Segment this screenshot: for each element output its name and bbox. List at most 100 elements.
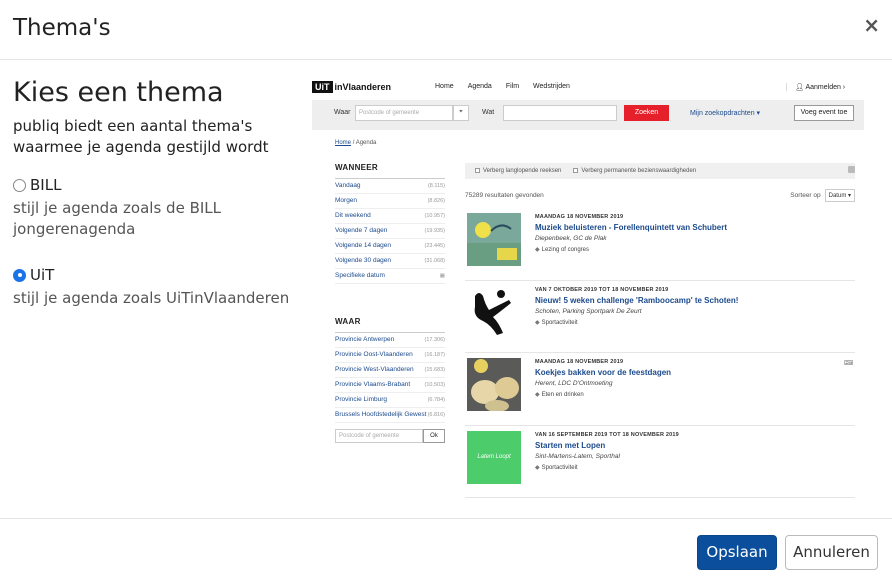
event-tag: ◆ Sportactiviteit	[535, 464, 578, 471]
facet-row: Provincie West-Vlaanderen (15.683)	[335, 363, 445, 378]
event-tag: ◆ Sportactiviteit	[535, 319, 578, 326]
radio-bill[interactable]	[13, 178, 26, 192]
facet-label: Volgende 14 dagen	[335, 242, 392, 249]
event-date: MAANDAG 18 NOVEMBER 2019	[535, 214, 624, 220]
facet-count: (10.957)	[424, 213, 446, 219]
preview-crumb-sep: /	[352, 140, 355, 146]
facet-row: Volgende 14 dagen (23.445)	[335, 239, 445, 254]
facet-row: Volgende 7 dagen (19.935)	[335, 224, 445, 239]
theme-name-uit: UiT	[30, 266, 55, 284]
facet-label: Provincie West-Vlaanderen	[335, 366, 414, 373]
preview-searchbar: Waar Postcode of gemeente ⌖ Wat Zoeken M…	[312, 100, 864, 130]
preview-results-count: 75289 resultaten gevonden	[465, 192, 544, 199]
dialog-header: Thema's ×	[0, 0, 892, 60]
facet-label: Provincie Vlaams-Brabant	[335, 381, 411, 388]
preview-event-item: MAANDAG 18 NOVEMBER 2019 Muziek beluiste…	[465, 208, 855, 281]
facet-count: (8.115)	[427, 183, 445, 189]
event-thumbnail-running: Latem Loopt	[467, 430, 521, 484]
facet-count: (16.187)	[424, 352, 446, 358]
event-location: Sint-Martens-Latem, Sporthal	[535, 452, 620, 460]
theme-option-uit[interactable]: UiT stijl je agenda zoals UiTinVlaandere…	[13, 266, 303, 309]
preview-login: 👤︎ Aanmelden ›	[786, 83, 845, 91]
theme-dialog: Thema's × Kies een thema publiq biedt ee…	[0, 0, 892, 581]
facet-count: (23.445)	[424, 243, 446, 249]
save-button[interactable]: Opslaan	[697, 535, 777, 570]
theme-option-bill-label[interactable]: BILL	[13, 176, 303, 194]
preview-crumb-home: Home	[335, 140, 352, 146]
dialog-title: Thema's	[13, 15, 111, 41]
theme-name-bill: BILL	[30, 176, 62, 194]
close-button[interactable]: ×	[863, 13, 880, 37]
facet-label: Brussels Hoofdstedelijk Gewest	[335, 411, 427, 418]
dialog-footer: Opslaan Annuleren	[0, 518, 892, 581]
event-location: Schoten, Parking Sportpark De Zeurt	[535, 307, 642, 315]
facet-row: Provincie Vlaams-Brabant (10.503)	[335, 378, 445, 393]
preview-wat-label: Wat	[482, 109, 495, 116]
preview-waar-title: WAAR	[335, 317, 445, 333]
facet-label: Morgen	[335, 197, 358, 204]
tag-icon: ◆	[535, 247, 540, 253]
preview-topbar: UiT inVlaanderen Home Agenda Film Wedstr…	[312, 68, 864, 100]
facet-row: Specifieke datum ▦	[335, 269, 445, 284]
facet-row: Brussels Hoofdstedelijk Gewest (6.816)	[335, 408, 445, 423]
facet-label: Provincie Antwerpen	[335, 336, 395, 343]
facet-row: Provincie Limburg (6.784)	[335, 393, 445, 408]
preview-zoeken-button: Zoeken	[624, 105, 669, 121]
facet-count: (8.826)	[427, 198, 445, 204]
facet-row: Provincie Antwerpen (17.306)	[335, 333, 445, 348]
preview-filter-1: Verberg langlopende reeksen	[475, 167, 561, 174]
preview-crumb-current: Agenda	[355, 140, 377, 146]
radio-uit[interactable]	[13, 268, 26, 282]
facet-count: (19.935)	[424, 228, 446, 234]
preview-logo-text: inVlaanderen	[334, 82, 392, 92]
preview-event-item: VAN 7 OKTOBER 2019 TOT 18 NOVEMBER 2019 …	[465, 281, 855, 353]
event-thumbnail-sport	[467, 285, 521, 339]
preview-nav-film: Film	[505, 83, 520, 90]
preview-sort-select: Datum ▾	[824, 189, 855, 202]
rss-icon	[848, 166, 855, 173]
preview-mijn-zoekopdrachten: Mijn zoekopdrachten ▾	[690, 110, 761, 117]
preview-results: Verberg langlopende reeksen Verberg perm…	[465, 163, 855, 498]
preview-login-label: Aanmelden ›	[805, 84, 846, 91]
facet-row: Provincie Oost-Vlaanderen (16.187)	[335, 348, 445, 363]
event-tag: ◆ Lezing of congres	[535, 247, 589, 253]
preview-postcode-ok: Ok	[423, 429, 445, 443]
event-title: Starten met Lopen	[535, 440, 606, 450]
facet-label: Provincie Limburg	[335, 396, 388, 403]
theme-option-bill[interactable]: BILL stijl je agenda zoals de BILL jonge…	[13, 176, 303, 240]
preview-sort: Sorteer op Datum ▾	[790, 189, 855, 202]
facet-row: Dit weekend (10.957)	[335, 209, 445, 224]
preview-filters: Verberg langlopende reeksen Verberg perm…	[465, 163, 855, 179]
event-tag: ◆ Eten en drinken	[535, 392, 584, 398]
user-icon: 👤︎	[795, 84, 806, 91]
preview-event-item: MAANDAG 18 NOVEMBER 2019 Koekjes bakken …	[465, 353, 855, 426]
facet-label: Volgende 30 dagen	[335, 257, 392, 264]
event-title: Nieuw! 5 weken challenge 'Ramboocamp' te…	[535, 295, 739, 305]
facet-row: Vandaag (8.115)	[335, 179, 445, 194]
preview-voeg-event-button: Voeg event toe	[794, 105, 854, 121]
preview-waar-label: Waar	[334, 109, 351, 116]
facet-label: Vandaag	[335, 182, 361, 189]
preview-wat-input	[503, 105, 617, 121]
event-location: Herent, LDC D'Ontmoeting	[535, 380, 613, 387]
tag-icon: ◆	[535, 392, 540, 398]
preview-logo-box: UiT	[312, 81, 333, 93]
preview-wanneer-title: WANNEER	[335, 163, 445, 179]
chooser-intro: publiq biedt een aantal thema's waarmee …	[13, 117, 269, 156]
cancel-button[interactable]: Annuleren	[785, 535, 878, 570]
facet-row: Morgen (8.826)	[335, 194, 445, 209]
tag-icon: ◆	[535, 319, 540, 326]
event-thumbnail-cookies	[467, 358, 521, 411]
preview-wanneer-facet: WANNEER Vandaag (8.115) Morgen (8.826) Dit w…	[335, 163, 445, 284]
ticket-icon: 🎫︎	[844, 360, 853, 367]
preview-sort-label: Sorteer op	[790, 192, 821, 199]
facet-count: (31.068)	[424, 258, 446, 264]
preview-postcode-form: Postcode of gemeente Ok	[335, 429, 445, 443]
preview-breadcrumb: Home / Agenda	[335, 140, 376, 146]
chooser-heading: Kies een thema	[13, 77, 224, 108]
theme-option-uit-label[interactable]: UiT	[13, 266, 303, 284]
facet-label: Dit weekend	[335, 212, 371, 219]
preview-nav: Home Agenda Film Wedstrijden	[435, 83, 570, 90]
crosshair-icon: ⌖	[453, 105, 469, 121]
preview-filter-2: Verberg permanente bezienswaardigheden	[573, 167, 696, 174]
